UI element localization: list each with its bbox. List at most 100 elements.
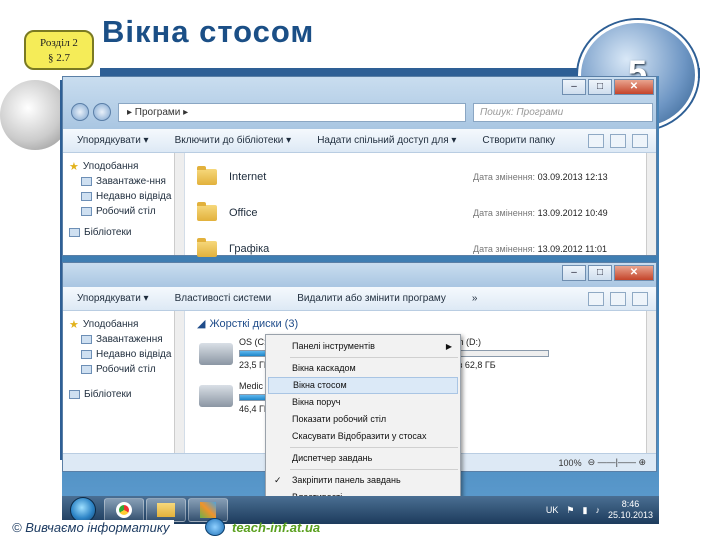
minimize-button[interactable]: – (562, 79, 586, 95)
recent-places-icon (81, 192, 92, 201)
downloads-icon (81, 335, 92, 344)
nav-item-desktop[interactable]: Робочий стіл (69, 204, 178, 219)
close-button[interactable]: ✕ (614, 265, 654, 281)
file-row[interactable]: Office Дата змінення: 13.09.2012 10:49 (197, 195, 644, 231)
nav-scrollbar[interactable] (174, 153, 184, 255)
group-header-hard-disks[interactable]: ◢ Жорсткі диски (3) (197, 317, 644, 331)
nav-item-downloads[interactable]: Завантаже-ння (69, 174, 178, 189)
menu-separator (290, 447, 458, 448)
desktop-icon (81, 207, 92, 216)
network-icon[interactable]: ▮ (583, 505, 588, 516)
nav-item-recent[interactable]: Недавно відвіда (69, 347, 178, 362)
uninstall-program-button[interactable]: Видалити або змінити програму (297, 293, 446, 304)
preview-pane-icon[interactable] (610, 291, 626, 306)
folder-icon (197, 202, 217, 221)
folder-icon (157, 503, 175, 517)
new-folder-button[interactable]: Створити папку (482, 135, 555, 146)
hard-drive-icon (199, 385, 233, 407)
star-icon: ★ (69, 161, 79, 173)
zoom-slider[interactable]: ⊖ ——|—— ⊕ (588, 457, 646, 468)
folder-icon (197, 238, 217, 257)
command-bar: Упорядкувати ▾ Властивості системи Видал… (63, 287, 656, 311)
section-label: Розділ 2 (40, 37, 78, 49)
nav-item-libraries[interactable]: Бібліотеки (69, 387, 178, 402)
internet-explorer-icon (205, 518, 225, 536)
forward-icon[interactable] (93, 103, 111, 121)
collapse-arrow-icon: ◢ (197, 318, 206, 330)
close-button[interactable]: ✕ (614, 79, 654, 95)
nav-item-favorites[interactable]: ★ Уподобання (69, 159, 178, 174)
back-icon[interactable] (71, 103, 89, 121)
desktop-icon (81, 365, 92, 374)
menu-item[interactable]: Вікна стосом (268, 377, 458, 394)
recent-places-icon (81, 350, 92, 359)
paragraph-label: § 2.7 (48, 52, 70, 64)
nav-item-recent[interactable]: Недавно відвіда (69, 189, 178, 204)
menu-item[interactable]: Диспетчер завдань (268, 450, 458, 467)
navigation-pane: ★ Уподобання Завантаження Недавно відвіда… (63, 311, 185, 471)
system-tray: UK ⚑ ▮ ♪ 8:46 25.10.2013 (546, 499, 659, 521)
submenu-arrow-icon: ▶ (445, 342, 452, 351)
taskbar-paint[interactable] (188, 498, 228, 522)
menu-separator (290, 357, 458, 358)
menu-item[interactable]: ✓ Закріпити панель завдань (268, 472, 458, 489)
window-titlebar[interactable]: – □ ✕ (63, 263, 656, 287)
menu-item[interactable]: Панелі інструментів ▶ (268, 338, 458, 355)
address-bar[interactable]: ▸ Програми ▸ (118, 103, 466, 122)
window-titlebar[interactable]: – □ ✕ ▸ Програми ▸ Пошук: Програми (63, 77, 656, 129)
organize-button[interactable]: Упорядкувати ▾ (77, 293, 149, 304)
command-bar: Упорядкувати ▾ Включити до бібліотеки ▾ … (63, 129, 656, 153)
more-commands-button[interactable]: » (472, 293, 478, 304)
taskbar-explorer[interactable] (146, 498, 186, 522)
include-library-button[interactable]: Включити до бібліотеки ▾ (175, 135, 292, 146)
slide-title: Вікна стосом (102, 14, 315, 49)
footer-copyright: © Вивчаємо інформатику (8, 520, 174, 535)
footer-link[interactable]: teach-inf.at.ua (232, 520, 320, 535)
menu-separator (290, 469, 458, 470)
preview-pane-icon[interactable] (610, 133, 626, 148)
downloads-icon (81, 177, 92, 186)
menu-item[interactable]: Вікна каскадом (268, 360, 458, 377)
view-icon[interactable] (588, 133, 604, 148)
maximize-button[interactable]: □ (588, 79, 612, 95)
star-icon: ★ (69, 319, 79, 331)
maximize-button[interactable]: □ (588, 265, 612, 281)
menu-item[interactable]: Вікна поруч (268, 394, 458, 411)
nav-item-desktop[interactable]: Робочий стіл (69, 362, 178, 377)
zoom-level: 100% (558, 457, 582, 468)
section-badge: Розділ 2 § 2.7 (24, 30, 94, 70)
help-icon[interactable] (632, 133, 648, 148)
libraries-icon (69, 390, 80, 399)
hard-drive-icon (199, 343, 233, 365)
volume-icon[interactable]: ♪ (595, 505, 600, 515)
nav-item-libraries[interactable]: Бібліотеки (69, 225, 178, 240)
nav-item-downloads[interactable]: Завантаження (69, 332, 178, 347)
file-row[interactable]: Internet Дата змінення: 03.09.2013 12:13 (197, 159, 644, 195)
file-list: Internet Дата змінення: 03.09.2013 12:13 … (185, 153, 656, 257)
clock[interactable]: 8:46 25.10.2013 (608, 499, 653, 521)
nav-item-favorites[interactable]: ★ Уподобання (69, 317, 178, 332)
check-icon: ✓ (274, 475, 282, 485)
navigation-pane: ★ Уподобання Завантаже-ння Недавно відвід… (63, 153, 185, 255)
minimize-button[interactable]: – (562, 265, 586, 281)
paint-icon (200, 502, 216, 518)
content-scrollbar[interactable] (646, 311, 656, 471)
content-scrollbar[interactable] (646, 153, 656, 255)
menu-item[interactable]: Показати робочий стіл (268, 411, 458, 428)
folder-icon (197, 166, 217, 185)
help-icon[interactable] (632, 291, 648, 306)
menu-item[interactable]: Скасувати Відобразити у стосах (268, 428, 458, 445)
nav-scrollbar[interactable] (174, 311, 184, 471)
search-input[interactable]: Пошук: Програми (473, 103, 653, 122)
language-indicator[interactable]: UK (546, 505, 559, 515)
organize-button[interactable]: Упорядкувати ▾ (77, 135, 149, 146)
view-icon[interactable] (588, 291, 604, 306)
share-button[interactable]: Надати спільний доступ для ▾ (317, 135, 456, 146)
libraries-icon (69, 228, 80, 237)
taskbar-context-menu: Панелі інструментів ▶ Вікна каскадом Вікна … (265, 334, 461, 510)
explorer-window-programs[interactable]: – □ ✕ ▸ Програми ▸ Пошук: Програми Упоря… (62, 76, 657, 257)
system-properties-button[interactable]: Властивості системи (175, 293, 272, 304)
flag-icon[interactable]: ⚑ (566, 505, 574, 516)
taskbar-chrome[interactable] (104, 498, 144, 522)
chrome-icon (116, 502, 132, 518)
